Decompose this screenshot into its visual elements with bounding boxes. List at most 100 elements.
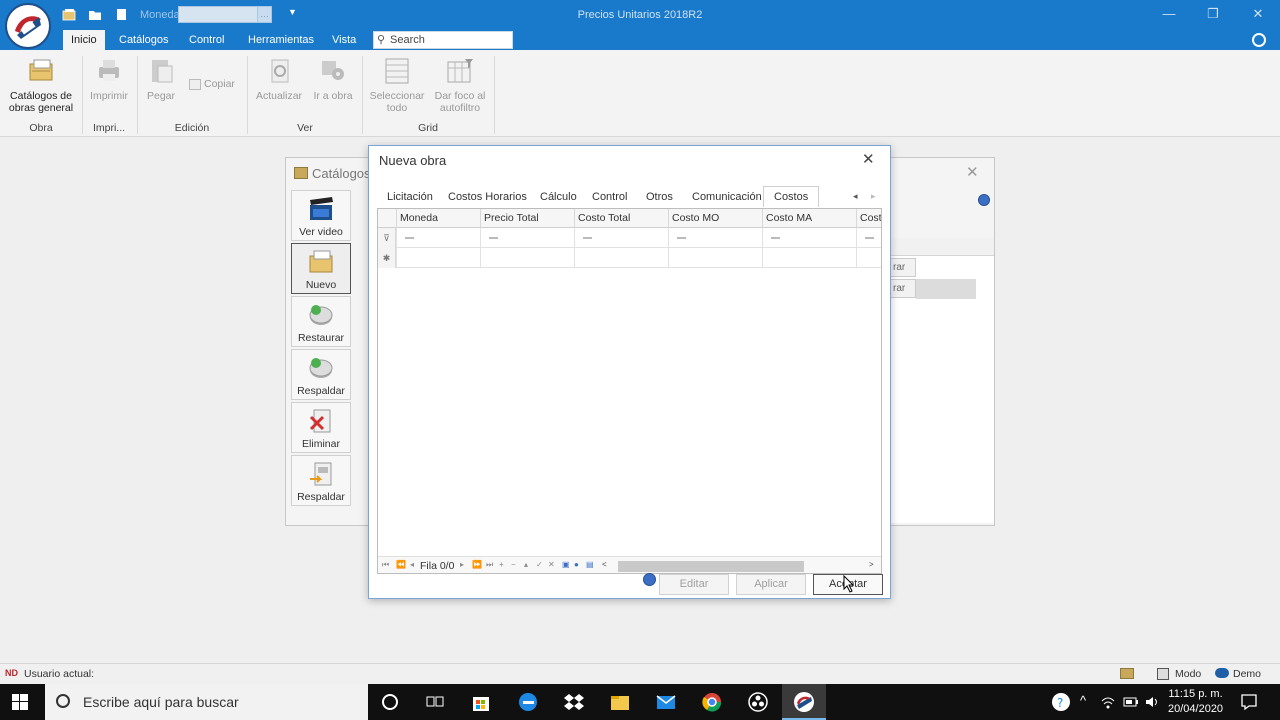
- col-costo-ma[interactable]: Costo MA: [762, 209, 856, 228]
- col-precio-total[interactable]: Precio Total: [480, 209, 574, 228]
- ribbon-search-input[interactable]: ⚲ Search: [373, 31, 513, 49]
- ir-a-obra-button[interactable]: Ir a obra: [310, 56, 356, 102]
- minimize-icon[interactable]: —: [1159, 6, 1179, 21]
- selected-cell[interactable]: [916, 279, 976, 299]
- help-icon[interactable]: [643, 573, 656, 586]
- col-costo-total[interactable]: Costo Total: [574, 209, 668, 228]
- battery-icon[interactable]: [1123, 695, 1145, 717]
- respaldar-xls-button[interactable]: Respaldar: [291, 455, 351, 506]
- tab-costos-horarios[interactable]: Costos Horarios: [448, 187, 527, 207]
- catalogos-obras-button[interactable]: Catálogos de obras general: [6, 56, 76, 114]
- close-icon[interactable]: ✕: [862, 150, 875, 168]
- file-explorer-icon[interactable]: [609, 691, 631, 713]
- wifi-icon[interactable]: [1100, 694, 1122, 716]
- dropbox-icon[interactable]: [563, 691, 585, 713]
- restaurar-cell-button[interactable]: rar: [890, 279, 916, 298]
- store-icon[interactable]: [470, 691, 492, 713]
- grid-cell[interactable]: [668, 248, 762, 268]
- tab-scroll-right-icon[interactable]: ▸: [871, 191, 876, 202]
- nav-export-icon[interactable]: ▣: [562, 560, 570, 569]
- catalogs-status-icon[interactable]: [1120, 668, 1134, 679]
- volume-icon[interactable]: [1144, 694, 1166, 716]
- scroll-right-icon[interactable]: >: [869, 560, 874, 569]
- grid-cell[interactable]: [762, 248, 856, 268]
- filter-cell[interactable]: [480, 228, 574, 248]
- nav-next-icon[interactable]: ▸: [460, 560, 464, 569]
- tab-scroll-left-icon[interactable]: ◂: [853, 191, 858, 202]
- edge-icon[interactable]: [517, 691, 539, 713]
- help-icon[interactable]: [1252, 33, 1266, 47]
- clock[interactable]: 11:15 p. m. 20/04/2020: [1168, 687, 1223, 717]
- nav-help-icon[interactable]: ●: [574, 560, 579, 569]
- task-view-icon[interactable]: [424, 691, 446, 713]
- help-icon[interactable]: [978, 194, 990, 206]
- ver-video-button[interactable]: Ver video: [291, 190, 351, 241]
- tab-vista[interactable]: Vista: [324, 30, 364, 50]
- autofilter-row[interactable]: ⊽: [378, 228, 881, 248]
- tab-control[interactable]: Control: [592, 187, 627, 207]
- cortana-icon[interactable]: [379, 691, 401, 713]
- taskbar-search-input[interactable]: Escribe aquí para buscar: [45, 684, 368, 720]
- notifications-icon[interactable]: [1240, 693, 1262, 715]
- restaurar-button[interactable]: Restaurar: [291, 296, 351, 347]
- nav-add-icon[interactable]: +: [499, 560, 504, 569]
- close-icon[interactable]: ✕: [1248, 6, 1268, 22]
- actualizar-button[interactable]: Actualizar: [254, 56, 304, 102]
- help-tray-icon[interactable]: ?: [1050, 691, 1072, 713]
- nuevo-button[interactable]: Nuevo: [291, 243, 351, 294]
- nav-print-icon[interactable]: ▤: [586, 560, 594, 569]
- tab-comunicacion[interactable]: Comunicación: [692, 187, 762, 207]
- mail-icon[interactable]: [655, 691, 677, 713]
- tray-chevron-up-icon[interactable]: ^: [1080, 693, 1086, 708]
- restore-icon[interactable]: ❐: [1203, 6, 1223, 22]
- copiar-button[interactable]: Copiar: [189, 78, 241, 90]
- editar-button[interactable]: Editar: [659, 574, 729, 595]
- new-item-row[interactable]: ✱: [378, 248, 881, 268]
- demo-label[interactable]: Demo: [1233, 668, 1261, 680]
- chrome-icon[interactable]: [701, 691, 723, 713]
- tab-control[interactable]: Control: [181, 30, 232, 50]
- col-moneda[interactable]: Moneda: [396, 209, 480, 228]
- restaurar-cell-button[interactable]: rar: [890, 258, 916, 277]
- grid-cell[interactable]: [856, 248, 881, 268]
- nav-last-icon[interactable]: ⏭: [486, 560, 493, 570]
- eliminar-button[interactable]: Eliminar: [291, 402, 351, 453]
- pegar-button[interactable]: Pegar: [143, 56, 179, 102]
- tab-otros[interactable]: Otros: [646, 187, 673, 207]
- nav-remove-icon[interactable]: −: [511, 560, 516, 569]
- close-icon[interactable]: ✕: [966, 163, 979, 181]
- grid-cell[interactable]: [574, 248, 668, 268]
- nav-up-icon[interactable]: ▴: [524, 560, 528, 569]
- tab-catalogos[interactable]: Catálogos: [111, 30, 177, 50]
- tab-inicio[interactable]: Inicio: [63, 30, 105, 50]
- filter-cell[interactable]: [668, 228, 762, 248]
- filter-cell[interactable]: [574, 228, 668, 248]
- col-costo-extra[interactable]: Costo: [856, 209, 881, 228]
- col-costo-mo[interactable]: Costo MO: [668, 209, 762, 228]
- filter-cell[interactable]: [856, 228, 881, 248]
- tab-costos[interactable]: Costos: [763, 186, 820, 207]
- dar-foco-autofiltro-button[interactable]: Dar foco al autofiltro: [430, 56, 490, 114]
- seleccionar-todo-button[interactable]: Seleccionar todo: [368, 56, 426, 114]
- scroll-left-icon[interactable]: <: [602, 560, 607, 569]
- precios-unitarios-taskbar-icon[interactable]: [793, 691, 815, 713]
- tab-licitacion[interactable]: Licitación: [387, 187, 433, 207]
- nav-next-page-icon[interactable]: ⏩: [472, 560, 482, 569]
- grid-cell[interactable]: [396, 248, 480, 268]
- filter-cell[interactable]: [762, 228, 856, 248]
- nav-first-icon[interactable]: ⏮: [382, 560, 389, 570]
- horizontal-scrollbar[interactable]: [618, 561, 804, 572]
- nav-confirm-icon[interactable]: ✓: [536, 560, 543, 569]
- windows-start-icon[interactable]: [12, 694, 34, 716]
- grid-cell[interactable]: [480, 248, 574, 268]
- tab-calculo[interactable]: Cálculo: [540, 187, 577, 207]
- tab-herramientas[interactable]: Herramientas: [240, 30, 322, 50]
- respaldar-button[interactable]: Respaldar: [291, 349, 351, 400]
- imprimir-button[interactable]: Imprimir: [86, 56, 132, 102]
- costos-grid[interactable]: Moneda Precio Total Costo Total Costo MO…: [377, 208, 882, 574]
- nav-prev-page-icon[interactable]: ⏪: [396, 560, 406, 569]
- aplicar-button[interactable]: Aplicar: [736, 574, 806, 595]
- nav-prev-icon[interactable]: ◂: [410, 560, 414, 569]
- mode-label[interactable]: Modo: [1175, 668, 1201, 680]
- obs-icon[interactable]: [747, 691, 769, 713]
